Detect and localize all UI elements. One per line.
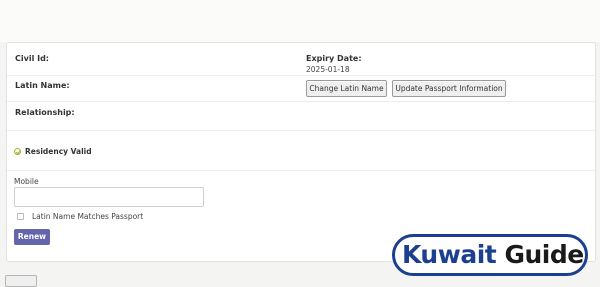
residency-status: Residency Valid (14, 147, 92, 156)
change-latin-name-button[interactable]: Change Latin Name (306, 80, 387, 97)
residency-status-text: Residency Valid (25, 147, 92, 156)
expiry-date-label: Expiry Date: (306, 54, 362, 63)
latin-name-matches-label: Latin Name Matches Passport (32, 212, 144, 221)
latin-name-matches-checkbox[interactable] (17, 213, 24, 220)
row-divider (7, 101, 595, 102)
logo-word-kuwait: Kuwait (402, 240, 497, 269)
renew-button[interactable]: Renew (14, 229, 50, 245)
expiry-date-value: 2025-01-18 (306, 65, 350, 74)
page-header-area (0, 0, 600, 42)
update-passport-button[interactable]: Update Passport Information (392, 80, 506, 97)
relationship-label: Relationship: (15, 108, 75, 117)
section-divider (7, 170, 595, 171)
logo-word-guide: Guide (504, 240, 584, 269)
mobile-label: Mobile (14, 177, 39, 186)
logo-text: Kuwait Guide (402, 240, 584, 270)
row-divider (7, 130, 595, 131)
kuwait-guide-watermark-logo: Kuwait Guide (392, 234, 594, 280)
mobile-input[interactable] (14, 187, 204, 207)
residency-card: Civil Id: Expiry Date: 2025-01-18 Latin … (6, 42, 596, 262)
civil-id-label: Civil Id: (15, 54, 49, 63)
bottom-button-partial[interactable] (5, 275, 37, 287)
row-divider (7, 75, 595, 76)
latin-name-label: Latin Name: (15, 81, 70, 90)
check-circle-icon (14, 148, 21, 155)
